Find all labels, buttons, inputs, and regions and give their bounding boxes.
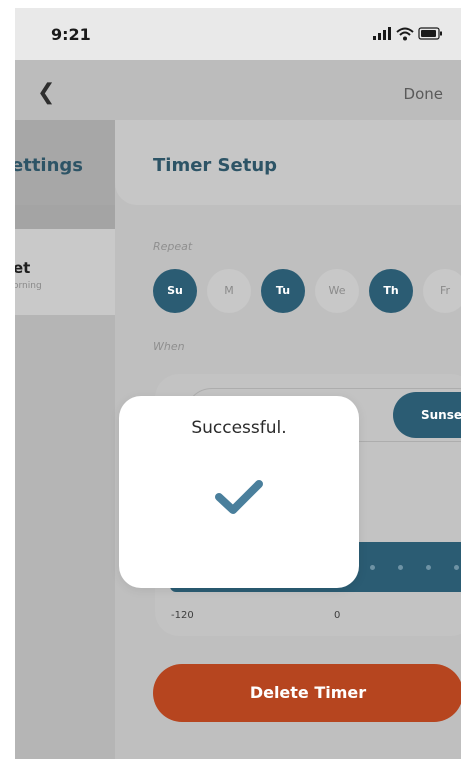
checkmark-icon	[215, 480, 263, 514]
success-modal: Successful.	[119, 396, 359, 588]
wifi-icon	[396, 27, 414, 41]
slider-dot	[370, 565, 375, 570]
divider	[15, 205, 115, 229]
page-title: Timer Setup	[153, 155, 278, 176]
chevron-left-icon[interactable]: ❮	[37, 82, 55, 104]
nav-bar: ❮ Done	[15, 60, 461, 120]
status-bar: 9:21	[15, 8, 461, 60]
status-time: 9:21	[51, 25, 91, 44]
phone-screen: 9:21 ❮ Done ettings et orning Timer Setu…	[15, 8, 461, 759]
day-toggle-tu[interactable]: Tu	[261, 269, 305, 313]
list-item-subtitle: orning	[15, 281, 42, 291]
sunset-segment[interactable]: Sunset	[393, 392, 461, 438]
slider-dot	[398, 565, 403, 570]
left-panel: ettings et orning	[15, 120, 115, 759]
delete-timer-button[interactable]: Delete Timer	[153, 664, 461, 722]
offset-tick-zero: 0	[334, 610, 341, 621]
day-toggle-m[interactable]: M	[207, 269, 251, 313]
slider-dot	[426, 565, 431, 570]
list-item-title: et	[15, 259, 31, 277]
when-label: When	[153, 340, 185, 353]
day-toggle-fr[interactable]: Fr	[423, 269, 461, 313]
slider-dot	[454, 565, 459, 570]
day-toggle-we[interactable]: We	[315, 269, 359, 313]
day-toggle-su[interactable]: Su	[153, 269, 197, 313]
modal-message: Successful.	[191, 418, 287, 438]
left-panel-header: ettings	[15, 120, 115, 205]
left-panel-title: ettings	[15, 155, 83, 176]
status-icons	[373, 27, 442, 41]
done-button[interactable]: Done	[404, 85, 443, 103]
offset-tick-min: -120	[171, 610, 194, 621]
battery-icon	[418, 27, 442, 40]
list-item[interactable]: et orning	[15, 229, 115, 315]
repeat-label: Repeat	[153, 240, 193, 253]
day-toggle-th[interactable]: Th	[369, 269, 413, 313]
timer-setup-header: Timer Setup	[115, 120, 461, 205]
signal-icon	[373, 27, 391, 40]
